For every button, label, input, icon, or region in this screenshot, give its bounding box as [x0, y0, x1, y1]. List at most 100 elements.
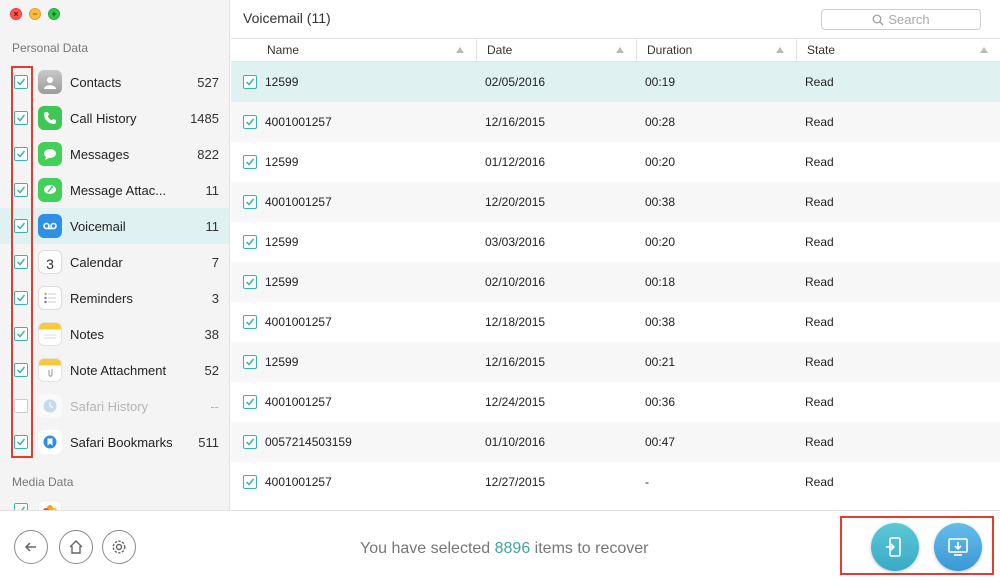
cell-name: 4001001257: [265, 475, 332, 489]
sidebar-item-call-history[interactable]: Call History 1485: [0, 100, 229, 136]
cell-name: 12599: [265, 155, 299, 169]
checkmark-icon: [245, 78, 255, 86]
maximize-window-button[interactable]: +: [48, 8, 60, 20]
row-checkbox[interactable]: [243, 355, 257, 369]
voicemail-icon: [38, 214, 62, 238]
cell-date: 01/12/2016: [485, 155, 546, 169]
row-checkbox[interactable]: [243, 155, 257, 169]
table-row[interactable]: 4001001257 12/18/2015 00:38 Read: [231, 302, 1000, 342]
sidebar-item-label: Reminders: [70, 290, 133, 306]
cell-date: 12/20/2015: [485, 195, 546, 209]
home-icon: [69, 540, 83, 554]
column-header-state[interactable]: State: [797, 39, 1000, 61]
notes-icon: [38, 322, 62, 346]
table-row[interactable]: 4001001257 12/20/2015 00:38 Read: [231, 182, 1000, 222]
column-label: Duration: [647, 43, 693, 57]
row-checkbox[interactable]: [243, 475, 257, 489]
sidebar-item-count: 527: [197, 74, 219, 90]
cell-duration: 00:38: [645, 195, 676, 209]
recover-to-device-button[interactable]: [871, 523, 919, 571]
minimize-window-button[interactable]: −: [29, 8, 41, 20]
sidebar-item-messages[interactable]: Messages 822: [0, 136, 229, 172]
settings-button[interactable]: [102, 530, 136, 564]
sidebar-item-count: 11: [205, 218, 220, 234]
sidebar-item-calendar[interactable]: 3 Calendar 7: [0, 244, 229, 280]
search-icon: [872, 14, 884, 25]
search-input[interactable]: Search: [821, 9, 981, 30]
sidebar-item-label: Call History: [70, 110, 137, 126]
cell-duration: -: [645, 475, 649, 489]
main-panel: Voicemail (11) Search Name Date Duration…: [231, 0, 1000, 510]
cell-state: Read: [805, 195, 834, 209]
sidebar-item-count: --: [210, 398, 219, 414]
table-row[interactable]: 4001001257 12/16/2015 00:28 Read: [231, 102, 1000, 142]
row-checkbox[interactable]: [243, 395, 257, 409]
column-header-duration[interactable]: Duration: [637, 39, 797, 61]
sidebar-item-label: Note Attachment: [70, 362, 167, 378]
checkmark-icon: [245, 398, 255, 406]
phone-icon: [38, 106, 62, 130]
table-row[interactable]: 0057214503159 01/10/2016 00:47 Read: [231, 422, 1000, 462]
table-row[interactable]: 12599 12/16/2015 00:21 Read: [231, 342, 1000, 382]
sidebar-item-count: 52: [204, 362, 219, 378]
cell-name: 4001001257: [265, 115, 332, 129]
sidebar-item-notes[interactable]: Notes 38: [0, 316, 229, 352]
row-checkbox[interactable]: [243, 115, 257, 129]
category-list: Contacts 527 Call History 1485 Messages …: [0, 64, 229, 460]
cell-date: 12/24/2015: [485, 395, 546, 409]
sidebar-item-count: 511: [198, 434, 219, 450]
cell-duration: 00:19: [645, 75, 676, 89]
back-arrow-icon: [24, 542, 36, 552]
sidebar-item-contacts[interactable]: Contacts 527: [0, 64, 229, 100]
column-header-name[interactable]: Name: [231, 39, 477, 61]
sidebar-item-voicemail[interactable]: Voicemail 11: [0, 208, 229, 244]
row-checkbox[interactable]: [243, 275, 257, 289]
table-row[interactable]: 12599 03/03/2016 00:20 Read: [231, 222, 1000, 262]
checkmark-icon: [245, 198, 255, 206]
table-row[interactable]: 12599 02/05/2016 00:19 Read: [231, 62, 1000, 102]
table-row[interactable]: 12599 02/10/2016 00:18 Read: [231, 262, 1000, 302]
cell-date: 03/03/2016: [485, 235, 546, 249]
back-button[interactable]: [14, 530, 48, 564]
contacts-icon: [38, 70, 62, 94]
checkmark-icon: [245, 278, 255, 286]
cell-duration: 00:28: [645, 115, 676, 129]
cell-state: Read: [805, 155, 834, 169]
table-row[interactable]: 12599 01/12/2016 00:20 Read: [231, 142, 1000, 182]
checkbox-highlight-box: [11, 66, 33, 458]
calendar-icon: 3: [38, 250, 62, 274]
selection-status: You have selected 8896 items to recover: [360, 540, 648, 558]
cell-date: 12/16/2015: [485, 355, 546, 369]
sidebar-item-label: Message Attac...: [70, 182, 167, 198]
sidebar-item-safari-bookmarks[interactable]: Safari Bookmarks 511: [0, 424, 229, 460]
row-checkbox[interactable]: [243, 315, 257, 329]
checkmark-icon: [245, 438, 255, 446]
table-row[interactable]: 4001001257 12/24/2015 00:36 Read: [231, 382, 1000, 422]
table-row[interactable]: 4001001257 12/27/2015 - Read: [231, 462, 1000, 502]
home-button[interactable]: [59, 530, 93, 564]
window-controls: × − +: [10, 8, 60, 20]
selected-count: 8896: [494, 540, 531, 557]
table-header: Name Date Duration State: [231, 38, 1000, 62]
sidebar-item-reminders[interactable]: Reminders 3: [0, 280, 229, 316]
sidebar-item-label: Calendar: [70, 254, 123, 270]
close-window-button[interactable]: ×: [10, 8, 22, 20]
messages-icon: [38, 142, 62, 166]
row-checkbox[interactable]: [243, 195, 257, 209]
sidebar-item-safari-history[interactable]: Safari History --: [0, 388, 229, 424]
photos-icon: [38, 500, 62, 510]
checkmark-icon: [245, 358, 255, 366]
cell-name: 4001001257: [265, 395, 332, 409]
sidebar-item-note-attachment[interactable]: Note Attachment 52: [0, 352, 229, 388]
cell-name: 4001001257: [265, 315, 332, 329]
cell-duration: 00:18: [645, 275, 676, 289]
row-checkbox[interactable]: [243, 75, 257, 89]
recover-to-computer-button[interactable]: [934, 523, 982, 571]
photos-checkbox[interactable]: [14, 503, 28, 510]
row-checkbox[interactable]: [243, 435, 257, 449]
voicemail-table: 12599 02/05/2016 00:19 Read 4001001257 12/16/…: [231, 62, 1000, 502]
row-checkbox[interactable]: [243, 235, 257, 249]
sidebar-item-message-attachments[interactable]: Message Attac... 11: [0, 172, 229, 208]
column-header-date[interactable]: Date: [477, 39, 637, 61]
computer-download-icon: [948, 538, 968, 556]
